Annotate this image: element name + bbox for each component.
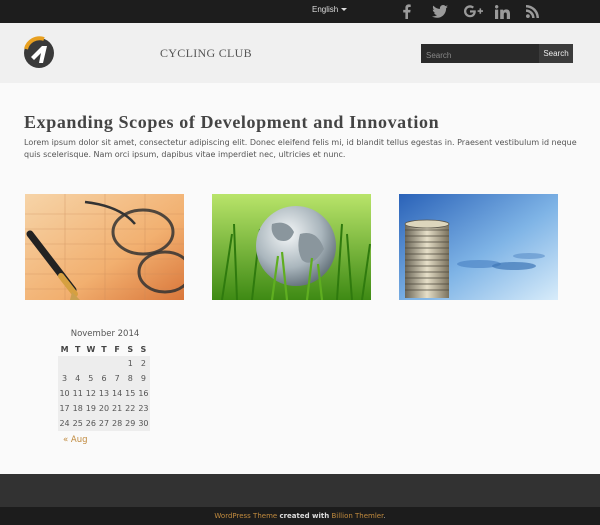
site-title[interactable]: CYCLING CLUB (160, 46, 252, 61)
calendar-day (110, 356, 124, 371)
calendar-day: 13 (97, 386, 111, 401)
calendar-day: 1 (123, 356, 137, 371)
calendar-day-header: T (101, 344, 107, 354)
wordpress-theme-link[interactable]: WordPress Theme (214, 512, 277, 520)
site-header: CYCLING CLUB Search (0, 23, 600, 83)
footer-widget-area (0, 474, 600, 507)
calendar-week: 10 11 12 13 14 15 16 (58, 386, 150, 401)
calendar-table: M T W T F S S 1 2 3 4 5 6 7 8 9 10 11 12… (58, 342, 150, 431)
calendar-day: 2 (136, 356, 150, 371)
search-button[interactable]: Search (539, 44, 573, 63)
language-label: English (312, 5, 339, 14)
search-input[interactable] (421, 44, 539, 63)
calendar-day: 21 (110, 401, 124, 416)
calendar-day: 12 (84, 386, 98, 401)
footer-credits: WordPress Theme created with Billion The… (0, 507, 600, 525)
calendar-day (97, 356, 111, 371)
calendar-day: 7 (110, 371, 124, 386)
calendar-prev-month-link[interactable]: « Aug (63, 435, 152, 445)
calendar-day-header: W (86, 344, 96, 354)
calendar-widget: November 2014 M T W T F S S 1 2 3 4 5 6 … (58, 327, 152, 445)
linkedin-icon[interactable] (493, 3, 511, 20)
calendar-day-header: T (74, 344, 81, 354)
calendar-day: 27 (97, 416, 111, 431)
calendar-day: 14 (110, 386, 124, 401)
facebook-icon[interactable] (398, 3, 414, 20)
pen-and-glasses-image (25, 194, 184, 300)
calendar-day: 5 (84, 371, 98, 386)
calendar-day: 8 (123, 371, 137, 386)
language-selector[interactable]: English (312, 5, 348, 14)
calendar-day: 19 (84, 401, 98, 416)
intro-paragraph: Lorem ipsum dolor sit amet, consectetur … (24, 138, 577, 159)
calendar-day: 18 (71, 401, 85, 416)
calendar-day: 22 (123, 401, 137, 416)
calendar-day: 24 (58, 416, 72, 431)
calendar-week: 24 25 26 27 28 29 30 (58, 416, 150, 431)
page-heading: Expanding Scopes of Development and Inno… (24, 112, 440, 132)
calendar-day: 23 (136, 401, 150, 416)
calendar-day: 4 (71, 371, 85, 386)
author-link[interactable]: Billion Themler (331, 512, 383, 520)
calendar-day: 25 (71, 416, 85, 431)
created-with-text: created with (279, 512, 330, 520)
calendar-day: 11 (71, 386, 85, 401)
calendar-day-header: S (127, 344, 134, 354)
caret-down-icon (341, 8, 348, 12)
calendar-day-header: F (114, 344, 120, 354)
site-logo[interactable] (22, 36, 56, 70)
calendar-day: 28 (110, 416, 124, 431)
footer-period: . (383, 512, 386, 520)
calendar-day: 26 (84, 416, 98, 431)
calendar-day: 16 (136, 386, 150, 401)
calendar-day: 3 (58, 371, 72, 386)
coin-stack-image (399, 194, 558, 300)
calendar-day: 17 (58, 401, 72, 416)
calendar-caption: November 2014 (70, 329, 140, 339)
calendar-day-header: M (60, 344, 69, 354)
calendar-day (71, 356, 85, 371)
calendar-day: 6 (97, 371, 111, 386)
calendar-day: 10 (58, 386, 72, 401)
calendar-week: 3 4 5 6 7 8 9 (58, 371, 150, 386)
calendar-day: 20 (97, 401, 111, 416)
top-bar: English (0, 0, 600, 23)
calendar-week: 1 2 (58, 356, 150, 371)
calendar-day: 9 (136, 371, 150, 386)
calendar-week: 17 18 19 20 21 22 23 (58, 401, 150, 416)
calendar-day: 15 (123, 386, 137, 401)
google-plus-icon[interactable] (463, 3, 483, 20)
calendar-day: 30 (136, 416, 150, 431)
globe-in-grass-image (212, 194, 371, 300)
calendar-day (58, 356, 72, 371)
rss-icon[interactable] (524, 3, 540, 20)
twitter-icon[interactable] (431, 3, 449, 20)
calendar-day-header: S (140, 344, 147, 354)
calendar-day: 29 (123, 416, 137, 431)
calendar-day (84, 356, 98, 371)
